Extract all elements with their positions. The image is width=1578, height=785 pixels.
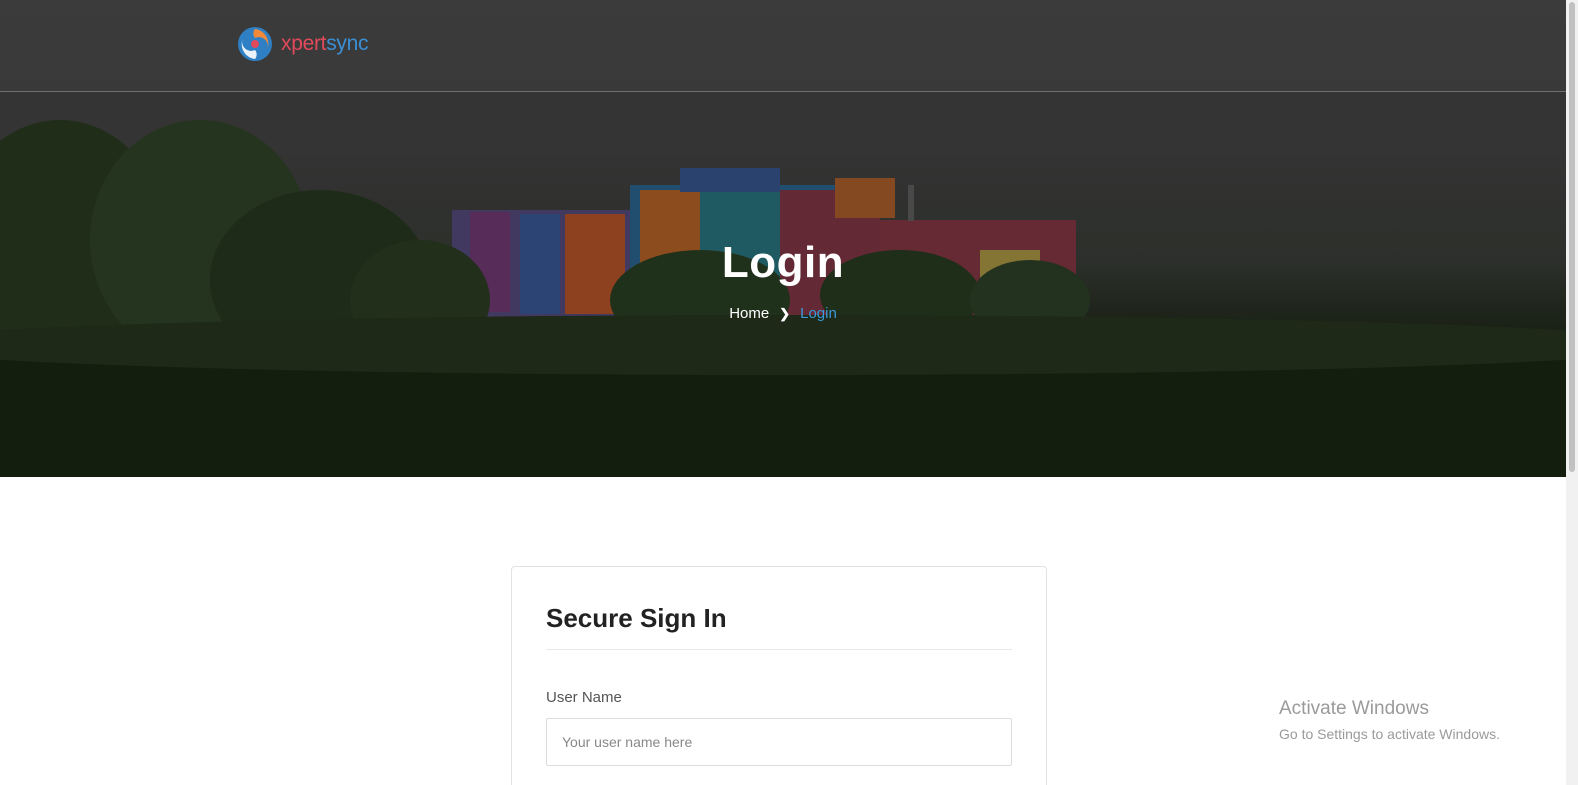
swirl-logo-icon [238, 27, 272, 61]
brand-name: xpertsync [281, 32, 369, 55]
brand-logo[interactable]: xpertsync [237, 26, 368, 62]
breadcrumb-current: Login [800, 305, 837, 322]
chevron-right-icon: ❯ [779, 305, 791, 321]
activate-windows-watermark: Activate Windows Go to Settings to activ… [1279, 698, 1500, 742]
login-page: xpertsync Login Home ❯ Login Secure Sign… [0, 0, 1578, 785]
breadcrumb-home-link[interactable]: Home [729, 305, 769, 322]
hero-banner: xpertsync Login Home ❯ Login [0, 0, 1566, 477]
top-navbar: xpertsync [0, 0, 1566, 92]
username-label: User Name [546, 689, 622, 706]
breadcrumb: Home ❯ Login [0, 305, 1566, 322]
watermark-subtitle: Go to Settings to activate Windows. [1279, 726, 1500, 742]
page-scrollbar[interactable] [1566, 0, 1578, 785]
card-title: Secure Sign In [546, 603, 727, 633]
username-input[interactable] [546, 718, 1012, 766]
page-title: Login [721, 238, 845, 287]
scrollbar-thumb[interactable] [1569, 2, 1575, 472]
watermark-title: Activate Windows [1279, 698, 1429, 719]
sign-in-card: Secure Sign In User Name [511, 566, 1047, 785]
card-divider [546, 649, 1012, 650]
